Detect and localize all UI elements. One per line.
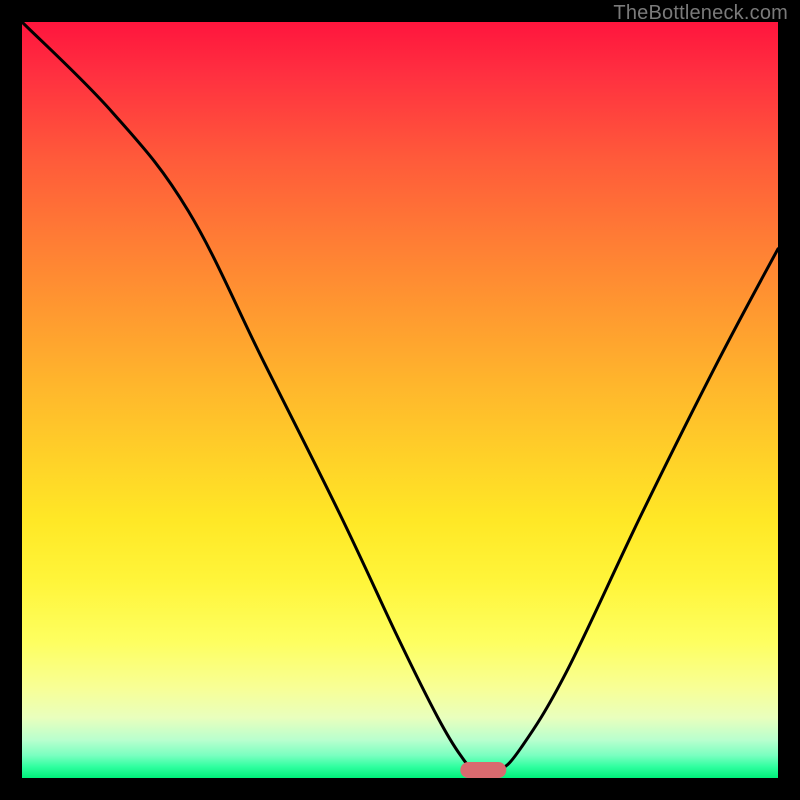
curve-path bbox=[22, 22, 778, 773]
plot-area bbox=[22, 22, 778, 778]
optimal-marker bbox=[460, 762, 505, 778]
chart-container: TheBottleneck.com bbox=[0, 0, 800, 800]
bottleneck-curve bbox=[22, 22, 778, 778]
attribution-text: TheBottleneck.com bbox=[613, 2, 788, 25]
